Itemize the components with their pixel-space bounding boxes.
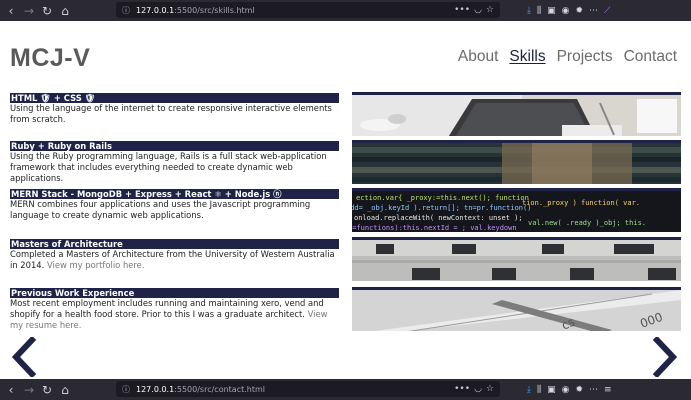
skill-architecture: Masters of Architecture Completed a Mast… [10, 239, 339, 271]
chevron-left-icon [11, 335, 37, 379]
chevron-right-icon [652, 335, 678, 379]
skill-description: Using the language of the internet to cr… [10, 103, 332, 124]
extension-icon[interactable]: ✹ [576, 6, 584, 16]
skill-description: Most recent employment includes running … [10, 298, 339, 331]
library-icon[interactable]: ⫼ [537, 6, 541, 16]
svg-text:(=functions):this.nextId = ; v: (=functions):this.nextId = ; val.keydown [352, 224, 517, 232]
url-host: 127.0.0.1 [136, 5, 175, 15]
svg-text:val.new( .ready )_obj; this.: val.new( .ready )_obj; this. [528, 219, 646, 227]
home-icon[interactable]: ⌂ [56, 2, 74, 20]
skill-html-css: HTML 🛡 + CSS 🛡 Using the language of the… [10, 93, 339, 125]
edit-icon[interactable]: ⟋ [604, 6, 610, 16]
site-logo[interactable]: MCJ-V [10, 44, 90, 73]
nav-projects[interactable]: Projects [557, 48, 613, 66]
library-icon[interactable]: ⫼ [537, 385, 541, 395]
skill-title: MERN Stack - MongoDB + Express + React ⚛… [10, 189, 339, 199]
bookmark-star-icon[interactable]: ☆ [486, 384, 494, 394]
account-icon[interactable]: ◉ [562, 385, 570, 395]
menu-icon[interactable]: ⋯ [589, 385, 598, 395]
nav-contact[interactable]: Contact [624, 48, 677, 66]
skill-ruby-rails: Ruby + Ruby on Rails Using the Ruby prog… [10, 141, 339, 184]
page-info-icon[interactable]: ⓘ [122, 5, 130, 16]
url-bar[interactable]: ⓘ 127.0.0.1 :5500/src/skills.html ••• ◡ … [116, 2, 500, 18]
drafting-tools-image: cs 000 [352, 287, 681, 331]
skill-title: Ruby + Ruby on Rails [10, 141, 339, 151]
url-bar[interactable]: ⓘ 127.0.0.1 :5500/src/contact.html ••• ◡… [116, 381, 500, 397]
forward-icon[interactable]: → [20, 2, 38, 20]
home-icon[interactable]: ⌂ [56, 381, 74, 399]
forward-icon[interactable]: → [20, 381, 38, 399]
download-icon[interactable]: ⤓ [527, 385, 531, 395]
url-path: :5500/src/contact.html [174, 384, 265, 394]
browser-toolbar: ‹ → ↻ ⌂ ⓘ 127.0.0.1 :5500/src/skills.htm… [0, 0, 691, 21]
download-icon[interactable]: ⤓ [527, 6, 531, 16]
previous-page-button[interactable] [8, 335, 38, 379]
sidebar-icon[interactable]: ▣ [547, 6, 556, 16]
next-page-button[interactable] [651, 335, 681, 379]
skill-description: MERN combines four applications and uses… [10, 199, 311, 220]
bookmark-star-icon[interactable]: ☆ [486, 5, 494, 15]
back-icon[interactable]: ‹ [2, 2, 20, 20]
svg-text:onload.replaceWith( newContext: onload.replaceWith( newContext: unset ); [354, 214, 523, 222]
code-screen-image: ection.var{ _proxy:=this.next(); functio… [352, 188, 681, 232]
page-info-icon[interactable]: ⓘ [122, 384, 130, 395]
svg-text:tion._proxy ) function( var.: tion._proxy ) function( var. [522, 199, 640, 207]
skill-description-text: Most recent employment includes running … [10, 298, 324, 319]
back-icon[interactable]: ‹ [2, 381, 20, 399]
skill-work-experience: Previous Work Experience Most recent emp… [10, 288, 339, 331]
nav-about[interactable]: About [458, 48, 499, 66]
reload-icon[interactable]: ↻ [38, 2, 56, 20]
skill-title: Previous Work Experience [10, 288, 339, 298]
nav-skills[interactable]: Skills [509, 48, 545, 66]
laptop-desk-image [352, 92, 681, 136]
building-facade-image [352, 237, 681, 281]
menu-icon[interactable]: ≡ [604, 385, 612, 395]
page-actions-icon[interactable]: ••• [454, 5, 470, 15]
pocket-icon[interactable]: ◡ [474, 384, 482, 394]
account-icon[interactable]: ◉ [562, 6, 570, 16]
svg-text:(dd= _obj.keyId ).return[]; tn: (dd= _obj.keyId ).return[]; tn=pr.functi… [352, 204, 531, 212]
sidebar-icon[interactable]: ▣ [547, 385, 556, 395]
url-host: 127.0.0.1 [136, 384, 175, 394]
browser-toolbar-second: ‹ → ↻ ⌂ ⓘ 127.0.0.1 :5500/src/contact.ht… [0, 379, 691, 400]
reload-icon[interactable]: ↻ [38, 381, 56, 399]
skill-title: HTML 🛡 + CSS 🛡 [10, 93, 339, 103]
svg-text:ection.var{ _proxy:=this.next(: ection.var{ _proxy:=this.next(); functio… [356, 194, 529, 202]
skill-description: Using the Ruby programming language, Rai… [10, 151, 327, 183]
main-nav: About Skills Projects Contact [458, 48, 677, 66]
portfolio-link[interactable]: View my portfolio here. [47, 260, 145, 270]
skill-mern: MERN Stack - MongoDB + Express + React ⚛… [10, 189, 339, 221]
menu-icon[interactable]: ⋯ [589, 6, 598, 16]
extension-icon[interactable]: ✹ [576, 385, 584, 395]
page-actions-icon[interactable]: ••• [454, 384, 470, 394]
url-path: :5500/src/skills.html [174, 5, 255, 15]
pocket-icon[interactable]: ◡ [474, 5, 482, 15]
railway-tracks-image [352, 140, 681, 184]
skill-description: Completed a Masters of Architecture from… [10, 249, 339, 271]
skill-title: Masters of Architecture [10, 239, 339, 249]
